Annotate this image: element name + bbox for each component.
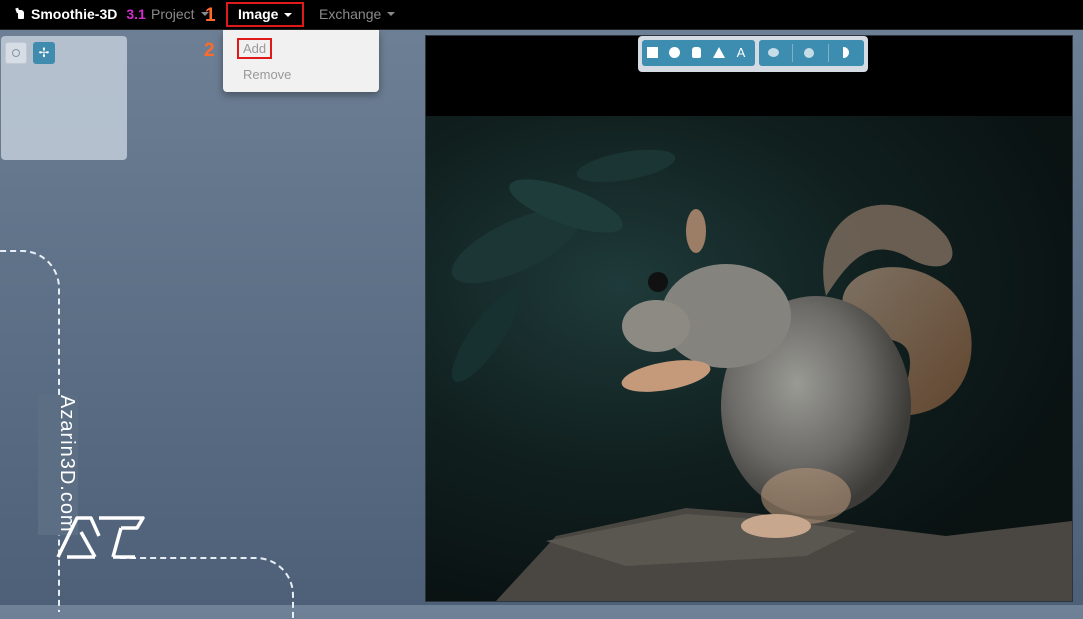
half-icon[interactable] bbox=[835, 40, 857, 66]
watermark-logo-icon bbox=[56, 516, 145, 559]
menu-project[interactable]: Project bbox=[151, 6, 209, 22]
annotation-step-2: 2 bbox=[204, 40, 215, 61]
text-icon[interactable]: A bbox=[730, 40, 752, 66]
menu-exchange-label: Exchange bbox=[319, 6, 382, 22]
cylinder-icon[interactable] bbox=[686, 40, 708, 66]
move-icon[interactable]: ✢ bbox=[33, 42, 55, 64]
sphere-icon[interactable] bbox=[799, 40, 821, 66]
tool-panel: ✢ bbox=[1, 36, 127, 160]
menu-image-label: Image bbox=[238, 6, 279, 22]
triangle-icon[interactable] bbox=[708, 40, 730, 66]
brand[interactable]: Smoothie-3D 3.1 bbox=[16, 6, 146, 22]
blob-icon[interactable] bbox=[763, 40, 785, 66]
menu-item-remove[interactable]: Remove bbox=[243, 67, 291, 82]
photo-illustration bbox=[451, 149, 1072, 601]
divider bbox=[792, 44, 793, 62]
logo-icon bbox=[16, 8, 26, 20]
image-dropdown-menu: Add Remove bbox=[223, 30, 379, 92]
brand-version: 3.1 bbox=[126, 6, 146, 22]
divider bbox=[828, 44, 829, 62]
squirrel-photo bbox=[426, 116, 1072, 601]
annotation-step-1: 1 bbox=[205, 5, 216, 26]
top-navbar: Smoothie-3D 3.1 Project 1 Image Exchange bbox=[0, 0, 1083, 30]
primitive-shapes-group: A bbox=[642, 40, 755, 66]
canvas-area[interactable]: A bbox=[425, 35, 1073, 602]
menu-image[interactable]: Image bbox=[226, 2, 305, 27]
circle-icon[interactable] bbox=[664, 40, 686, 66]
circle-select-icon[interactable] bbox=[5, 42, 27, 64]
menu-exchange[interactable]: Exchange bbox=[319, 6, 396, 22]
brand-name: Smoothie-3D bbox=[31, 6, 118, 22]
blob-shapes-group bbox=[759, 40, 864, 66]
decorative-dashed-line bbox=[120, 557, 294, 619]
caret-icon bbox=[284, 12, 293, 17]
square-icon[interactable] bbox=[642, 40, 664, 66]
caret-icon bbox=[387, 12, 396, 16]
shape-toolbar: A bbox=[638, 36, 868, 72]
menu-project-label: Project bbox=[151, 6, 195, 22]
menu-item-add[interactable]: Add bbox=[237, 38, 273, 59]
